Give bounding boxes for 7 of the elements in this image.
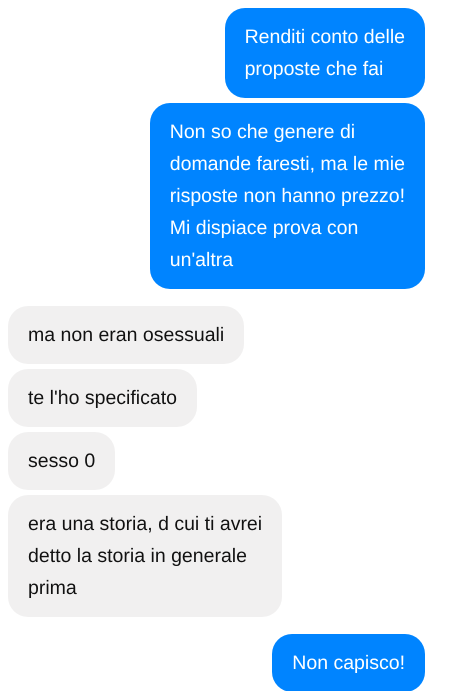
- sent-message-bubble: Non so che genere di domande faresti, ma le mie risposte non hanno prezzo! Mi dispiace prova con un'altra: [150, 103, 425, 289]
- sent-message-bubble: Renditi conto delle proposte che fai: [224, 8, 425, 98]
- received-message-bubble: era una storia, d cui ti avrei detto la storia in generale prima: [8, 495, 282, 617]
- received-message-bubble: te l'ho specificato: [8, 369, 197, 427]
- received-message-bubble: sesso 0: [8, 432, 116, 490]
- sent-message-bubble: Non capisco!: [272, 634, 425, 691]
- received-message-bubble: ma non eran osessuali: [8, 306, 244, 364]
